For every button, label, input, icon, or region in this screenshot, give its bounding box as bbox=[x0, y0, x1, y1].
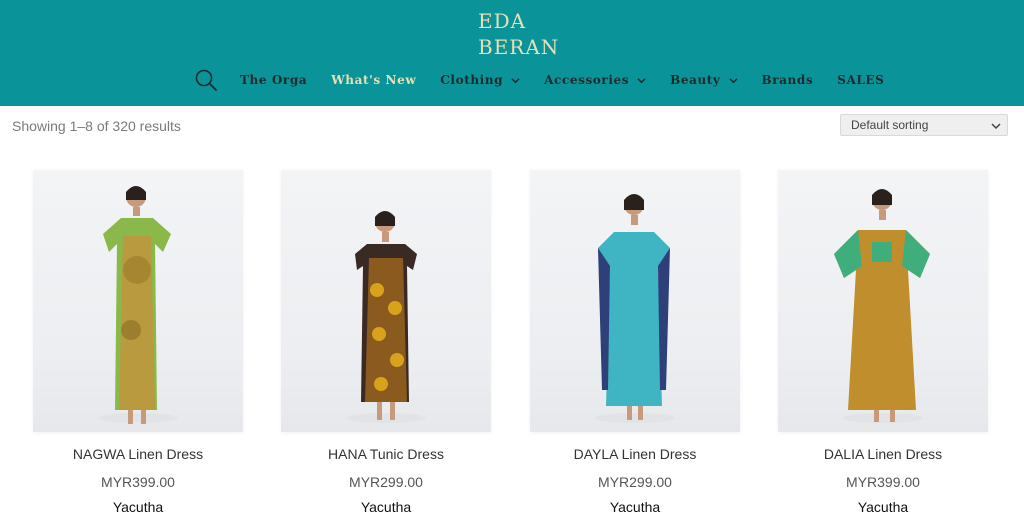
nav-item-label: What's New bbox=[331, 73, 417, 87]
product-image[interactable] bbox=[778, 170, 988, 432]
product-card[interactable]: NAGWA Linen Dress MYR399.00 Yacutha bbox=[33, 170, 243, 515]
product-brand[interactable]: Yacutha bbox=[281, 499, 491, 515]
model-figure-illustration bbox=[834, 189, 930, 423]
chevron-down-icon bbox=[728, 77, 738, 83]
product-price: MYR399.00 bbox=[846, 474, 920, 490]
site-header: EDA BERAN The Orga What's New Clothing A… bbox=[0, 0, 1024, 106]
nav-item-beauty[interactable]: Beauty bbox=[670, 73, 738, 87]
product-price: MYR299.00 bbox=[598, 474, 672, 490]
search-icon[interactable] bbox=[194, 68, 218, 92]
chevron-down-icon bbox=[511, 77, 520, 83]
product-image[interactable] bbox=[530, 170, 740, 432]
nav-item-whats-new[interactable]: What's New bbox=[331, 73, 416, 87]
nav-item-label: Clothing bbox=[440, 73, 504, 87]
product-brand[interactable]: Yacutha bbox=[530, 499, 740, 515]
product-brand[interactable]: Yacutha bbox=[33, 499, 243, 515]
product-price: MYR299.00 bbox=[349, 474, 423, 490]
product-name[interactable]: NAGWA Linen Dress bbox=[33, 446, 243, 462]
product-price: MYR399.00 bbox=[101, 474, 175, 490]
nav-item-clothing[interactable]: Clothing bbox=[440, 73, 520, 87]
sort-select[interactable]: Default sorting bbox=[840, 114, 1008, 136]
product-card[interactable]: DALIA Linen Dress MYR399.00 Yacutha bbox=[778, 170, 988, 515]
chevron-down-icon bbox=[637, 77, 646, 83]
model-figure-illustration bbox=[346, 211, 426, 423]
product-image[interactable] bbox=[281, 170, 491, 432]
logo-line-2: BERAN bbox=[478, 35, 560, 59]
product-image[interactable] bbox=[33, 170, 243, 432]
nav-item-sales[interactable]: SALES bbox=[837, 73, 884, 87]
result-count: Showing 1–8 of 320 results bbox=[12, 118, 181, 134]
product-brand[interactable]: Yacutha bbox=[778, 499, 988, 515]
nav-item-label: Brands bbox=[761, 73, 814, 87]
nav-item-label: The Orga bbox=[240, 73, 308, 87]
brand-logo[interactable]: EDA BERAN bbox=[478, 8, 560, 60]
chevron-down-icon bbox=[991, 123, 1001, 130]
main-nav: The Orga What's New Clothing Accessories… bbox=[194, 66, 884, 94]
nav-item-accessories[interactable]: Accessories bbox=[544, 73, 646, 87]
product-card[interactable]: DAYLA Linen Dress MYR299.00 Yacutha bbox=[530, 170, 740, 515]
nav-item-label: SALES bbox=[837, 73, 885, 87]
product-card[interactable]: HANA Tunic Dress MYR299.00 Yacutha bbox=[281, 170, 491, 515]
sort-select-value: Default sorting bbox=[851, 118, 929, 132]
nav-item-label: Beauty bbox=[670, 73, 721, 87]
model-figure-illustration bbox=[595, 194, 675, 423]
nav-item-brands[interactable]: Brands bbox=[762, 73, 814, 87]
product-name[interactable]: HANA Tunic Dress bbox=[281, 446, 491, 462]
logo-line-1: EDA bbox=[478, 9, 527, 33]
nav-item-label: Accessories bbox=[544, 73, 630, 87]
model-figure-illustration bbox=[98, 186, 178, 424]
nav-item-the-orga[interactable]: The Orga bbox=[240, 73, 307, 87]
product-name[interactable]: DAYLA Linen Dress bbox=[530, 446, 740, 462]
product-name[interactable]: DALIA Linen Dress bbox=[778, 446, 988, 462]
